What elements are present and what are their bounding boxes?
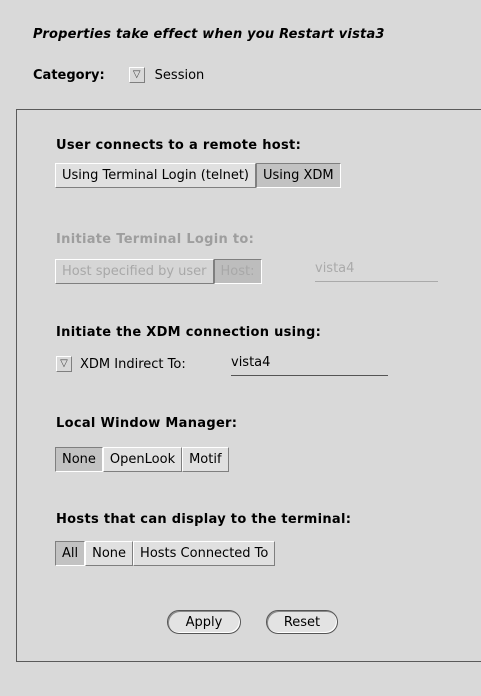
properties-panel — [16, 109, 481, 662]
category-label: Category: — [33, 67, 105, 83]
window-manager-choice: None OpenLook Motif — [55, 447, 229, 472]
option-hosts-none[interactable]: None — [85, 541, 134, 566]
terminal-login-choice: Host specified by user Host: — [55, 259, 262, 284]
option-host[interactable]: Host: — [213, 259, 262, 284]
category-row: Category: ▽ Session — [33, 67, 204, 83]
category-value: Session — [154, 67, 205, 83]
xdm-indirect-label: XDM Indirect To: — [80, 356, 186, 372]
terminal-host-value: vista4 — [315, 261, 355, 276]
option-host-specified-by-user[interactable]: Host specified by user — [55, 259, 214, 284]
remote-host-choice: Using Terminal Login (telnet) Using XDM — [55, 163, 341, 188]
option-wm-motif[interactable]: Motif — [182, 447, 229, 472]
xdm-mode-menu-button[interactable]: ▽ — [56, 356, 72, 372]
reset-button[interactable]: Reset — [266, 610, 338, 634]
option-wm-openlook[interactable]: OpenLook — [102, 447, 183, 472]
xdm-row: ▽ XDM Indirect To: — [56, 356, 186, 372]
remote-host-title: User connects to a remote host: — [56, 138, 302, 153]
header-message: Properties take effect when you Restart … — [33, 27, 385, 42]
option-hosts-all[interactable]: All — [55, 541, 86, 566]
xdm-host-value: vista4 — [231, 355, 271, 370]
window-manager-title: Local Window Manager: — [56, 416, 238, 431]
option-using-xdm[interactable]: Using XDM — [255, 163, 341, 188]
option-terminal-login[interactable]: Using Terminal Login (telnet) — [55, 163, 256, 188]
hosts-display-choice: All None Hosts Connected To — [55, 541, 276, 566]
xdm-host-field[interactable]: vista4 — [231, 355, 388, 376]
category-menu-button[interactable]: ▽ — [128, 67, 145, 83]
xdm-connection-title: Initiate the XDM connection using: — [56, 325, 322, 340]
terminal-login-title: Initiate Terminal Login to: — [56, 232, 255, 247]
apply-button[interactable]: Apply — [167, 610, 241, 634]
hosts-display-title: Hosts that can display to the terminal: — [56, 512, 352, 527]
option-wm-none[interactable]: None — [55, 447, 103, 472]
terminal-host-field[interactable]: vista4 — [315, 261, 438, 282]
option-hosts-connected-to[interactable]: Hosts Connected To — [133, 541, 276, 566]
